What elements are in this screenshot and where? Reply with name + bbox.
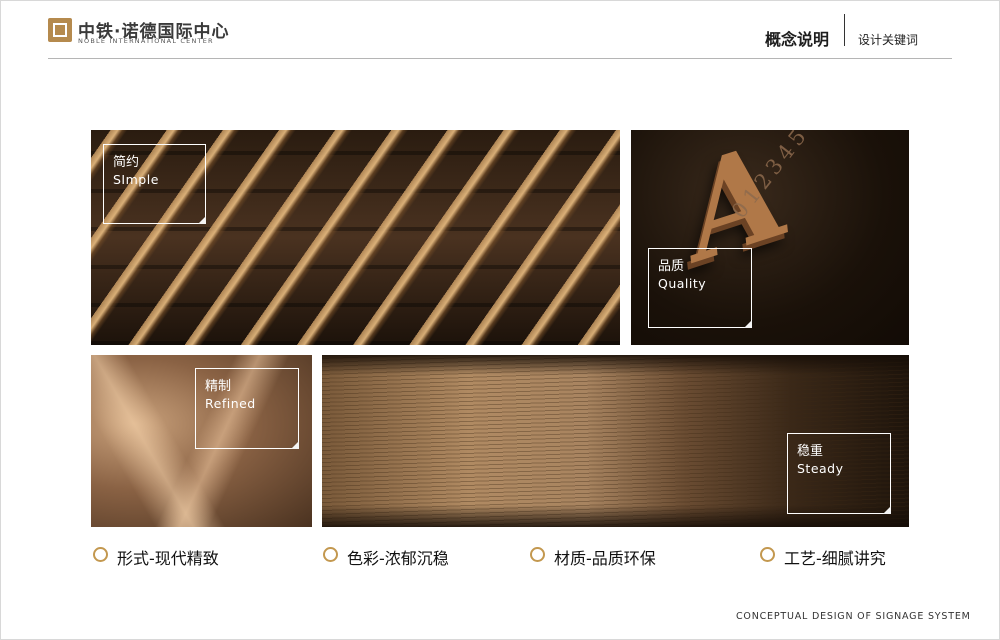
logo-icon xyxy=(48,18,72,42)
photo-panel-steady: 稳重 Steady xyxy=(322,355,909,527)
photo-panel-refined: 精制 Refined xyxy=(91,355,312,527)
label-simple-en: SImple xyxy=(113,172,159,187)
label-box-refined: 精制 Refined xyxy=(195,368,299,449)
keyword-text: 材质-品质环保 xyxy=(554,549,656,568)
logo-text-en: NOBLE INTERNATIONAL CENTER xyxy=(78,37,214,45)
label-box-steady: 稳重 Steady xyxy=(787,433,891,514)
circle-bullet-icon xyxy=(760,547,775,562)
label-refined-en: Refined xyxy=(205,396,256,411)
circle-bullet-icon xyxy=(530,547,545,562)
label-box-quality: 品质 Quality xyxy=(648,248,752,328)
keyword-text: 工艺-细腻讲究 xyxy=(784,549,886,568)
header-divider xyxy=(844,14,845,46)
keyword-text: 形式-现代精致 xyxy=(117,549,219,568)
header-rule xyxy=(48,58,952,59)
label-steady-cn: 稳重 xyxy=(797,444,824,459)
label-steady-en: Steady xyxy=(797,461,844,476)
label-box-simple: 简约 SImple xyxy=(103,144,206,224)
label-quality-en: Quality xyxy=(658,276,707,291)
footer-caption: CONCEPTUAL DESIGN OF SIGNAGE SYSTEM xyxy=(736,611,971,622)
circle-bullet-icon xyxy=(93,547,108,562)
page-title: 概念说明 xyxy=(765,30,830,49)
circle-bullet-icon xyxy=(323,547,338,562)
label-simple-cn: 简约 xyxy=(113,155,140,170)
photo-panel-quality: A 0123456789 AB 品质 Quality xyxy=(631,130,909,345)
label-refined-cn: 精制 xyxy=(205,379,232,394)
label-quality-cn: 品质 xyxy=(658,259,685,274)
keyword-text: 色彩-浓郁沉稳 xyxy=(347,549,449,568)
photo-panel-simple: 简约 SImple xyxy=(91,130,620,345)
page-subtitle: 设计关键词 xyxy=(858,33,919,47)
